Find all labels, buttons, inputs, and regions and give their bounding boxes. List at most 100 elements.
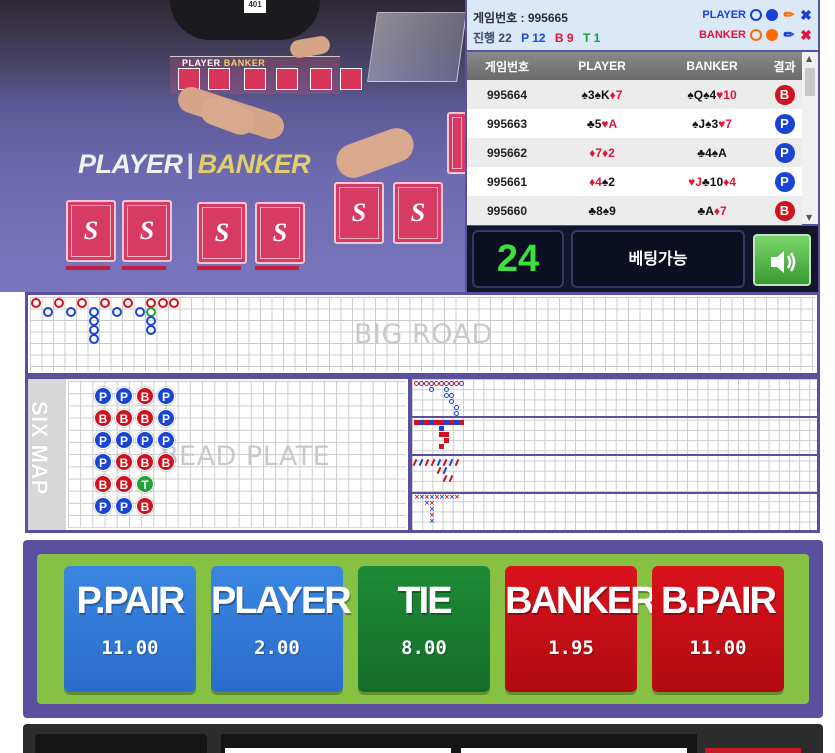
- bet-player-pair-button[interactable]: P.PAIR 11.00: [64, 566, 196, 692]
- big-road-ring: [65, 307, 76, 317]
- confirm-button[interactable]: [705, 748, 801, 753]
- history-scrollbar[interactable]: ▲ ▼: [802, 52, 818, 224]
- small-road-dot-icon: [766, 9, 778, 21]
- bead-player: P: [94, 431, 112, 449]
- big-eye-ring: [449, 399, 454, 404]
- result-badge: B: [774, 200, 795, 221]
- big-eye-ring-icon: [750, 9, 762, 21]
- speaker-icon: [771, 251, 796, 273]
- history-row: 995663 ♣5♥A ♠J♠3♥7 P: [467, 109, 802, 138]
- big-road-ring: [31, 298, 41, 308]
- bead-player: P: [94, 387, 112, 405]
- player-card: S: [122, 200, 172, 262]
- banker-prediction-label: BANKER: [698, 29, 746, 41]
- scroll-up-icon[interactable]: ▲: [806, 54, 812, 63]
- dealer-name-tag: 401: [244, 0, 266, 13]
- small-road-dot: [439, 426, 444, 431]
- bead-player: P: [94, 497, 112, 515]
- bet-player-button[interactable]: PLAYER 2.00: [211, 566, 352, 692]
- road-divider: [412, 416, 817, 418]
- balance-box: [35, 734, 207, 753]
- history-banker-cards: ♠J♠3♥7: [657, 117, 767, 131]
- bead-player: P: [157, 387, 175, 405]
- bet-banker-pair-button[interactable]: B.PAIR 11.00: [652, 566, 784, 692]
- banker-prediction: BANKER ✏ ✖: [698, 28, 812, 43]
- card-slot: [122, 266, 166, 270]
- betting-area: P.PAIR 11.00 PLAYER 2.00 TIE 8.00 BANKER…: [37, 554, 809, 704]
- card-value: ♦7: [589, 145, 602, 160]
- cockroach-slash-icon: ✏: [783, 7, 795, 22]
- big-road-ring: [134, 307, 145, 317]
- table-banker-text: BANKER: [197, 149, 311, 179]
- bead-banker: B: [136, 453, 154, 471]
- derived-roads: × × × × × × × × × × × × × ×: [412, 379, 817, 530]
- small-banker-text: BANKER: [223, 58, 266, 68]
- history-row: 995661 ♦4♠2 ♥J♣10♦4 P: [467, 167, 802, 196]
- small-road-dot: [439, 444, 444, 449]
- small-road-dot-icon: [766, 29, 778, 41]
- amount-input[interactable]: [225, 748, 451, 753]
- table-print-label: PLAYER | BANKER: [78, 149, 311, 179]
- bet-odds: 2.00: [254, 637, 300, 659]
- history-result: B: [767, 84, 802, 105]
- history-game-no: 995662: [486, 145, 528, 160]
- card-value: ♠A: [711, 145, 727, 160]
- bead-banker: B: [94, 409, 112, 427]
- big-road-ring: [100, 298, 110, 308]
- big-eye-ring: [449, 393, 454, 398]
- player-card: S: [66, 200, 116, 262]
- history-banker-cards: ♣4♠A: [657, 146, 767, 160]
- bet-label: P.PAIR: [76, 580, 186, 622]
- card-value: ♣5: [586, 116, 602, 131]
- history-header: 게임번호 PLAYER BANKER 결과: [467, 52, 802, 80]
- cross-mark: ×: [429, 517, 435, 525]
- card-value: ♦7: [713, 203, 727, 218]
- big-road-ring: [54, 298, 64, 308]
- big-road-panel: BIG ROAD: [25, 292, 820, 376]
- bet-label: BANKER: [505, 580, 658, 622]
- history-game-no: 995664: [486, 87, 528, 102]
- bead-plate: BEAD PLATE PBPPBPPBPBBPBBPBTBPPPB: [66, 379, 408, 530]
- amount-input[interactable]: [461, 748, 687, 753]
- scroll-thumb[interactable]: [805, 68, 815, 96]
- player-prediction: PLAYER ✏ ✖: [702, 7, 812, 23]
- bet-banker-button[interactable]: BANKER 1.95: [505, 566, 658, 692]
- betting-board: P.PAIR 11.00 PLAYER 2.00 TIE 8.00 BANKER…: [23, 540, 823, 718]
- progress-count: 진행 22: [473, 31, 512, 45]
- round-progress: 진행 22 P 12 B 9 T 1: [473, 29, 606, 46]
- six-map-tab[interactable]: SIX MAP: [27, 379, 66, 530]
- scroll-down-icon[interactable]: ▼: [806, 213, 812, 222]
- game-number: 게임번호 : 995665: [473, 11, 568, 25]
- history-banker-cards: ♣A♦7: [657, 204, 767, 218]
- card-value: ♠Q: [687, 87, 704, 102]
- bet-odds: 8.00: [401, 637, 447, 659]
- header-game-no: 게임번호: [484, 59, 530, 74]
- bead-player: P: [94, 453, 112, 471]
- sound-toggle-button[interactable]: [753, 234, 811, 286]
- bet-label: TIE: [397, 580, 452, 622]
- betting-status: 베팅가능: [571, 230, 745, 288]
- bet-label: B.PAIR: [661, 580, 777, 622]
- history-row: 995662 ♦7♦2 ♣4♠A P: [467, 138, 802, 167]
- big-eye-ring: [454, 411, 459, 416]
- history-player-cards: ♦7♦2: [547, 146, 657, 160]
- road-divider: [412, 492, 817, 494]
- card-slot: [66, 266, 110, 270]
- history-game-no: 995663: [486, 116, 528, 131]
- card-value: ♣10: [701, 174, 724, 189]
- card-value: ♠3: [581, 87, 595, 102]
- road-divider: [412, 454, 817, 456]
- history-result: P: [767, 171, 802, 192]
- bet-tie-button[interactable]: TIE 8.00: [358, 566, 490, 692]
- history-result: P: [767, 142, 802, 163]
- tie-count: T 1: [582, 31, 601, 45]
- big-road-ring: [146, 325, 156, 335]
- big-road-ring: [123, 298, 133, 308]
- bottom-controls: [23, 724, 823, 753]
- bead-banker: B: [115, 475, 133, 493]
- game-history-table: 게임번호 PLAYER BANKER 결과 995664 ♠3♠K♦7 ♠Q♠4♥1…: [467, 52, 802, 225]
- bead-plate-label: BEAD PLATE: [160, 441, 331, 472]
- history-banker-cards: ♠Q♠4♥10: [657, 88, 767, 102]
- history-game-no: 995660: [486, 203, 528, 218]
- bead-banker: B: [115, 409, 133, 427]
